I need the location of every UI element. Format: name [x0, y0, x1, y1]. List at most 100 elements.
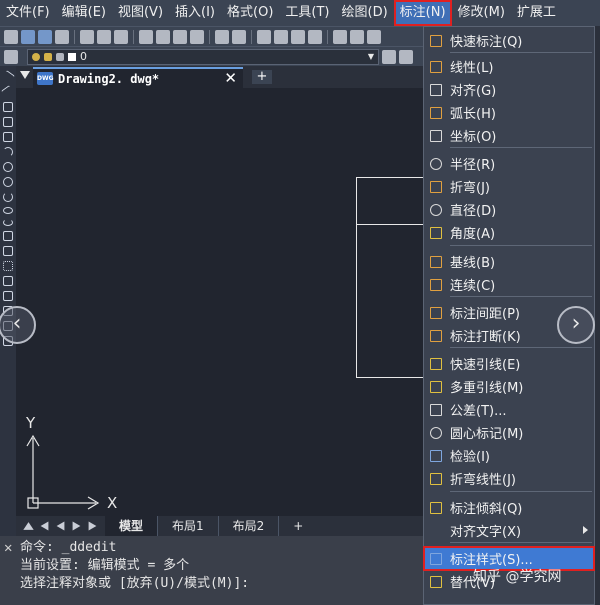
menu-item-label: 公差(T)...	[450, 404, 507, 419]
paste-icon[interactable]	[173, 29, 187, 44]
drawing-canvas[interactable]: ‹ Y X	[0, 88, 424, 516]
menu-item-arc-length[interactable]: 弧长(H)	[424, 101, 594, 124]
tab-layout2[interactable]: 布局2	[219, 516, 280, 536]
save-as-icon[interactable]	[55, 29, 69, 44]
tab-model[interactable]: 模型	[105, 516, 159, 536]
design-center-icon[interactable]	[350, 29, 364, 44]
tool-palette-icon[interactable]	[367, 29, 381, 44]
drawing-line	[356, 177, 357, 378]
ellipse-icon[interactable]	[3, 207, 13, 214]
print-preview-icon[interactable]	[97, 29, 111, 44]
polyline-icon[interactable]	[3, 102, 13, 112]
match-properties-icon[interactable]	[190, 29, 204, 44]
spline-icon[interactable]	[3, 192, 13, 202]
tab-layout1[interactable]: 布局1	[158, 516, 219, 536]
menu-item-multileader[interactable]: 多重引线(M)	[424, 375, 594, 398]
layer-select[interactable]: 0 ▼	[27, 48, 379, 65]
menu-edit[interactable]: 编辑(E)	[56, 0, 112, 26]
menu-item-jogged-linear[interactable]: 折弯线性(J)	[424, 467, 594, 490]
menu-item-continue-dimension[interactable]: 连续(C)	[424, 273, 594, 296]
zoom-previous-icon[interactable]	[308, 29, 322, 44]
menu-view[interactable]: 视图(V)	[112, 0, 169, 26]
command-line[interactable]: ✕ 命令: _ddedit 当前设置: 编辑模式 = 多个 选择注释对象或 [放…	[0, 536, 424, 605]
revision-cloud-icon[interactable]	[3, 177, 13, 187]
cut-icon[interactable]	[139, 29, 153, 44]
copy-icon[interactable]	[156, 29, 170, 44]
drawing-line	[356, 177, 424, 178]
last-layout-icon[interactable]	[88, 521, 97, 531]
close-tab-icon[interactable]: ✕	[224, 69, 237, 87]
point-icon[interactable]	[3, 261, 13, 271]
layout-menu-arrow-icon[interactable]	[23, 522, 34, 530]
menu-item-quick-dimension[interactable]: 快速标注(Q)	[424, 29, 594, 52]
print-icon[interactable]	[80, 29, 94, 44]
menu-item-oblique[interactable]: 标注倾斜(Q)	[424, 496, 594, 519]
menu-item-inspection[interactable]: 检验(I)	[424, 444, 594, 467]
menu-item-jogged-dimension[interactable]: 折弯(J)	[424, 175, 594, 198]
menu-item-angular-dimension[interactable]: 角度(A)	[424, 221, 594, 244]
dimension-style-icon	[430, 552, 442, 565]
previous-arrow-icon[interactable]: ‹	[0, 306, 36, 344]
continue-dimension-icon	[430, 278, 442, 291]
menu-separator	[450, 347, 592, 348]
open-icon[interactable]	[21, 29, 35, 44]
inspection-icon	[430, 449, 442, 462]
add-layout-button[interactable]: +	[279, 516, 317, 536]
document-title: Drawing2. dwg*	[58, 71, 160, 86]
menu-item-radius-dimension[interactable]: 半径(R)	[424, 152, 594, 175]
dimension-space-icon	[430, 306, 442, 319]
next-layout-icon[interactable]	[72, 521, 81, 531]
line-icon[interactable]	[1, 70, 15, 84]
publish-icon[interactable]	[114, 29, 128, 44]
menu-item-diameter-dimension[interactable]: 直径(D)	[424, 198, 594, 221]
undo-icon[interactable]	[215, 29, 229, 44]
make-current-layer-icon[interactable]	[382, 49, 396, 64]
gradient-icon[interactable]	[3, 291, 13, 301]
blank-icon	[430, 525, 442, 537]
menu-item-tolerance[interactable]: 公差(T)...	[424, 398, 594, 421]
menu-file[interactable]: 文件(F)	[0, 0, 56, 26]
menu-item-aligned-dimension[interactable]: 对齐(G)	[424, 78, 594, 101]
menu-tools[interactable]: 工具(T)	[279, 0, 335, 26]
first-layout-icon[interactable]	[40, 521, 49, 531]
pan-icon[interactable]	[257, 29, 271, 44]
insert-block-icon[interactable]	[3, 231, 13, 241]
properties-icon[interactable]	[333, 29, 347, 44]
menu-item-center-mark[interactable]: 圆心标记(M)	[424, 421, 594, 444]
save-icon[interactable]	[38, 29, 52, 44]
arc-icon[interactable]	[3, 147, 13, 157]
circle-icon[interactable]	[3, 162, 13, 172]
menu-format[interactable]: 格式(O)	[221, 0, 279, 26]
menu-modify[interactable]: 修改(M)	[452, 0, 511, 26]
construction-line-icon[interactable]	[1, 85, 15, 99]
menu-item-quick-leader[interactable]: 快速引线(E)	[424, 352, 594, 375]
ellipse-arc-icon[interactable]	[3, 219, 13, 226]
menu-extend[interactable]: 扩展工	[511, 0, 562, 26]
new-tab-button[interactable]: +	[252, 70, 272, 84]
make-block-icon[interactable]	[3, 246, 13, 256]
redo-icon[interactable]	[232, 29, 246, 44]
next-arrow-icon[interactable]: ›	[557, 306, 595, 344]
document-tab[interactable]: DWG Drawing2. dwg* ✕	[33, 67, 243, 88]
menu-item-align-text[interactable]: 对齐文字(X)	[424, 519, 594, 542]
menu-dimension[interactable]: 标注(N)	[393, 0, 452, 26]
hatch-icon[interactable]	[3, 276, 13, 286]
menu-item-ordinate-dimension[interactable]: 坐标(O)	[424, 124, 594, 147]
previous-layout-icon[interactable]	[56, 521, 65, 531]
polygon-icon[interactable]	[3, 117, 13, 127]
menu-draw[interactable]: 绘图(D)	[336, 0, 394, 26]
layer-previous-icon[interactable]	[399, 49, 413, 64]
menu-item-linear-dimension[interactable]: 线性(L)	[424, 55, 594, 78]
close-command-line-icon[interactable]: ✕	[4, 539, 12, 557]
menu-item-label: 圆心标记(M)	[450, 427, 524, 442]
new-icon[interactable]	[4, 29, 18, 44]
menu-item-baseline-dimension[interactable]: 基线(B)	[424, 250, 594, 273]
zoom-realtime-icon[interactable]	[274, 29, 288, 44]
menu-insert[interactable]: 插入(I)	[169, 0, 221, 26]
layer-manager-icon[interactable]	[4, 49, 18, 64]
aligned-dimension-icon	[430, 83, 442, 96]
rectangle-icon[interactable]	[3, 132, 13, 142]
tab-menu-arrow-icon[interactable]	[20, 71, 30, 79]
command-history-line: 命令: _ddedit	[20, 540, 117, 555]
zoom-window-icon[interactable]	[291, 29, 305, 44]
